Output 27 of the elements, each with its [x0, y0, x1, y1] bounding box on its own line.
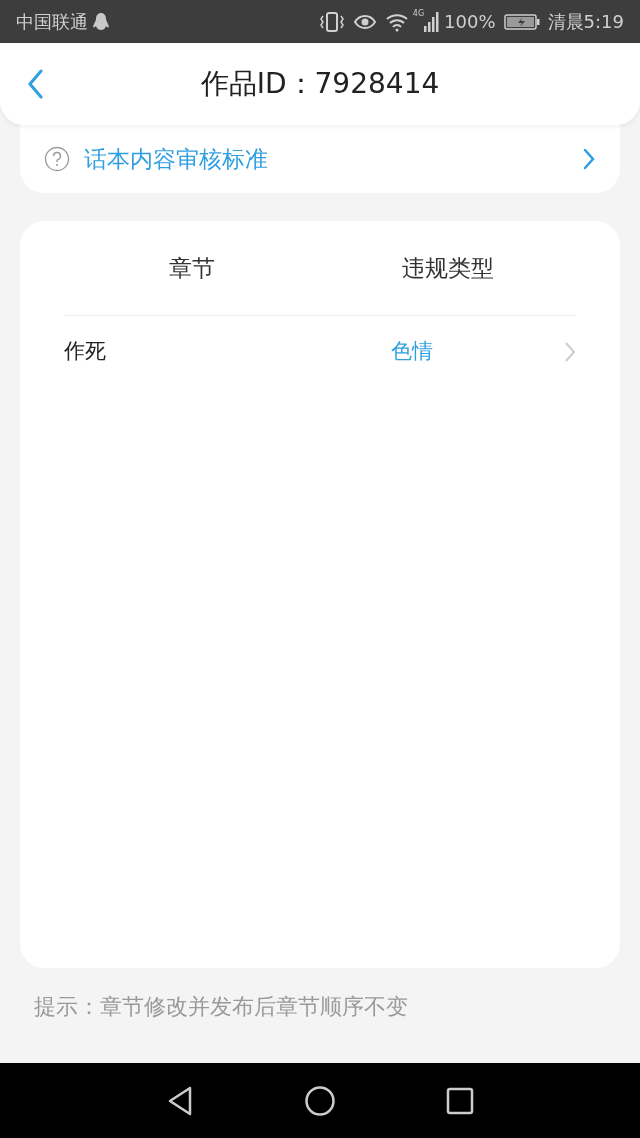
column-header: 违规类型 — [401, 253, 495, 283]
chevron-right-icon — [582, 147, 596, 171]
violation-type: 色情 — [390, 338, 434, 366]
back-chevron-icon — [27, 69, 45, 99]
column-header: 章节 — [168, 253, 216, 283]
page-title: 作品ID：7928414 — [199, 66, 441, 102]
chevron-right-icon — [564, 341, 576, 363]
help-icon — [44, 146, 70, 172]
network-type: 4G — [412, 10, 425, 18]
square-recents-icon — [446, 1086, 474, 1115]
chapter-name: 作死 — [64, 338, 107, 366]
battery-percent: 100% — [444, 10, 496, 34]
wifi-icon — [384, 11, 409, 32]
clock: 清晨5:19 — [547, 10, 624, 34]
triangle-back-icon — [166, 1084, 194, 1117]
battery-charging-icon — [503, 12, 540, 31]
carrier-name: 中国联通 — [16, 10, 88, 34]
penguin-icon — [92, 11, 110, 32]
back-nav-button[interactable] — [166, 1084, 194, 1117]
recents-nav-button[interactable] — [446, 1086, 474, 1115]
signal-icon — [424, 11, 441, 32]
eye-icon — [352, 12, 377, 31]
circle-home-icon — [304, 1084, 336, 1117]
vibrate-icon — [318, 10, 345, 33]
violation-row[interactable]: 作死 色情 — [64, 316, 576, 388]
tip-text: 提示：章节修改并发布后章节顺序不变 — [34, 994, 408, 1019]
home-nav-button[interactable] — [304, 1084, 336, 1117]
